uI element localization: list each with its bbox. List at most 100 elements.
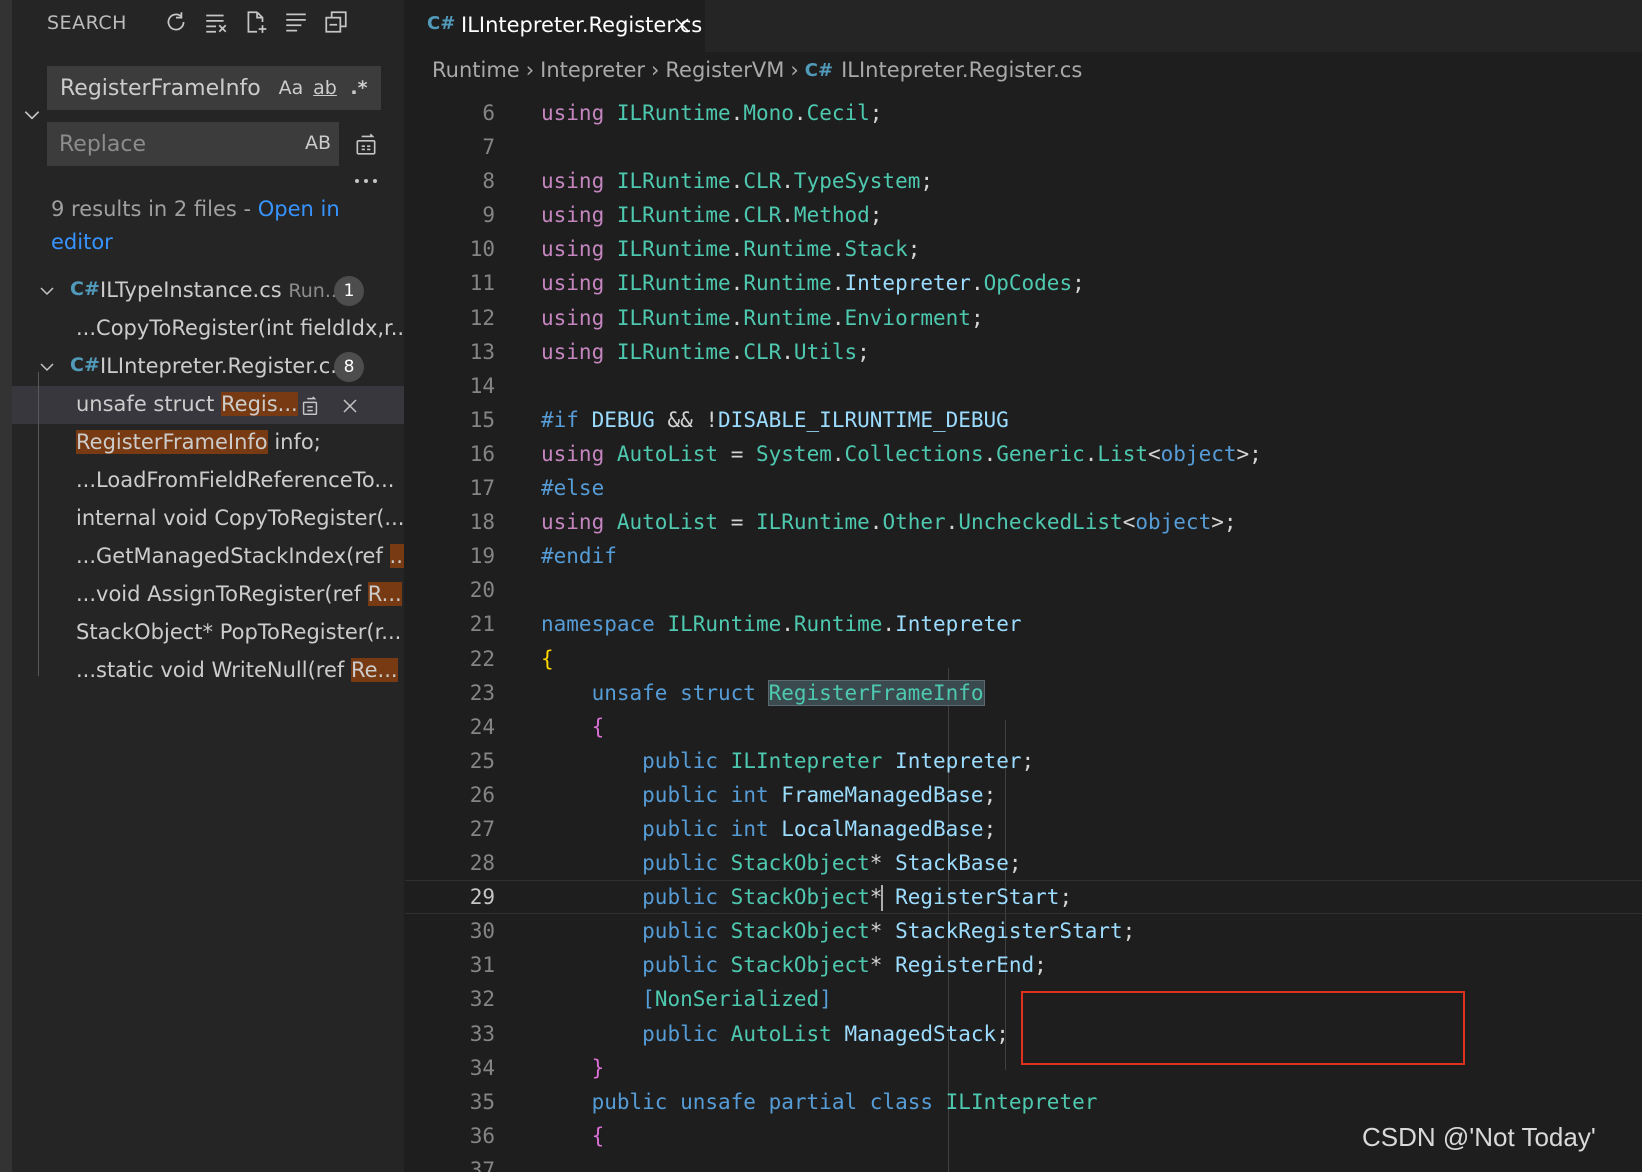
code-text: using ILRuntime.Runtime.Enviorment; [541, 305, 984, 330]
match-row[interactable]: ...CopyToRegister(int fieldIdx,r... [12, 310, 404, 348]
match-text-before: ...CopyToRegister(int fieldIdx,r... [76, 316, 404, 340]
code-line[interactable]: 21 namespace ILRuntime.Runtime.Intepreter [405, 607, 1642, 641]
line-number: 29 [469, 885, 495, 910]
search-input[interactable]: RegisterFrameInfo Aa ab .* [47, 66, 381, 110]
line-number: 19 [469, 544, 495, 569]
match-row[interactable]: ...GetManagedStackIndex(ref ... [12, 538, 404, 576]
watermark: CSDN @'Not Today' [1362, 1122, 1596, 1152]
code-line[interactable]: 7 [405, 130, 1642, 164]
code-line[interactable]: 10 using ILRuntime.Runtime.Stack; [405, 232, 1642, 266]
code-text: using ILRuntime.Runtime.Intepreter.OpCod… [541, 271, 1085, 296]
line-number: 20 [469, 578, 495, 603]
file-row[interactable]: C# ILTypeInstance.cs Run... 1 [12, 272, 404, 310]
code-line[interactable]: 31 public StackObject* RegisterEnd; [405, 948, 1642, 982]
chevron-right-icon: › [790, 58, 799, 82]
breadcrumb-item[interactable]: RegisterVM [665, 58, 784, 82]
match-row[interactable]: StackObject* PopToRegister(r... [12, 614, 404, 652]
replace-all-icon[interactable] [350, 128, 382, 160]
code-text: #if DEBUG && !DISABLE_ILRUNTIME_DEBUG [541, 407, 1009, 432]
code-line[interactable]: 20 [405, 573, 1642, 607]
csharp-file-icon: C# [804, 59, 834, 81]
csharp-file-icon: C# [70, 278, 100, 300]
code-text: public StackObject* RegisterEnd; [642, 953, 1047, 978]
code-line[interactable]: 27 public int LocalManagedBase; [405, 812, 1642, 846]
line-number: 13 [469, 339, 495, 364]
new-search-editor-icon[interactable] [240, 6, 272, 38]
code-text: public ILIntepreter Intepreter; [642, 748, 1035, 773]
code-line[interactable]: 8 using ILRuntime.CLR.TypeSystem; [405, 164, 1642, 198]
results-summary: 9 results in 2 files - Open in editor [51, 193, 381, 259]
code-line[interactable]: 14 [405, 369, 1642, 403]
match-row[interactable]: ...LoadFromFieldReferenceTo... [12, 462, 404, 500]
code-line[interactable]: 15 #if DEBUG && !DISABLE_ILRUNTIME_DEBUG [405, 403, 1642, 437]
chevron-down-icon[interactable] [34, 276, 60, 306]
chevron-right-icon: › [525, 58, 535, 82]
search-sidebar: SEARCH RegisterFrameInfo Aa ab .* Replac… [12, 0, 404, 1172]
match-text-before: ...static void WriteNull(ref [76, 658, 351, 682]
breadcrumb-item[interactable]: Runtime [432, 58, 520, 82]
breadcrumb-item[interactable]: Intepreter [540, 58, 645, 82]
code-line[interactable]: 12 using ILRuntime.Runtime.Enviorment; [405, 301, 1642, 335]
view-as-tree-icon[interactable] [280, 6, 312, 38]
match-count-badge: 8 [334, 352, 364, 382]
code-line[interactable]: 29 public StackObject* RegisterStart; [405, 880, 1642, 914]
match-text: RegisterFrameInfo info; [76, 430, 321, 454]
breadcrumb-item[interactable]: ILIntepreter.Register.cs [841, 58, 1082, 82]
code-text: using ILRuntime.Mono.Cecil; [541, 101, 883, 125]
tab-ilintepreter-register[interactable]: C# ILIntepreter.Register.cs [405, 0, 705, 52]
code-line[interactable]: 11 using ILRuntime.Runtime.Intepreter.OpC… [405, 266, 1642, 300]
match-actions [294, 390, 366, 422]
clear-results-icon[interactable] [200, 6, 232, 38]
replace-input-placeholder: Replace [59, 132, 147, 157]
csharp-file-icon: C# [70, 354, 100, 376]
code-line[interactable]: 16 using AutoList = System.Collections.Ge… [405, 437, 1642, 471]
code-line[interactable]: 24 { [405, 710, 1642, 744]
code-line[interactable]: 17 #else [405, 471, 1642, 505]
results-count-text: 9 results in 2 files - [51, 197, 258, 221]
match-whole-word-toggle[interactable]: ab [310, 73, 340, 103]
match-text: ...LoadFromFieldReferenceTo... [76, 468, 395, 492]
line-number: 11 [469, 271, 495, 296]
chevron-right-icon: › [651, 58, 660, 82]
line-number: 30 [469, 919, 495, 944]
match-row[interactable]: ...static void WriteNull(ref Re... [12, 652, 404, 690]
line-number: 33 [469, 1021, 495, 1046]
preserve-case-toggle[interactable]: AB [303, 128, 333, 158]
code-line[interactable]: 28 public StackObject* StackBase; [405, 846, 1642, 880]
dismiss-match-icon[interactable] [334, 390, 366, 422]
replace-match-icon[interactable] [294, 390, 326, 422]
match-row-selected[interactable]: unsafe struct Regis... [12, 386, 404, 424]
code-line[interactable]: 18 using AutoList = ILRuntime.Other.Unche… [405, 505, 1642, 539]
code-line[interactable]: 19 #endif [405, 539, 1642, 573]
code-line[interactable]: 6 using ILRuntime.Mono.Cecil; [405, 96, 1642, 130]
code-line[interactable]: 9 using ILRuntime.CLR.Method; [405, 198, 1642, 232]
match-row[interactable]: RegisterFrameInfo info; [12, 424, 404, 462]
code-text: using AutoList = ILRuntime.Other.Uncheck… [541, 510, 1237, 535]
code-text: { [541, 646, 554, 671]
collapse-all-icon[interactable] [320, 6, 352, 38]
code-line[interactable]: 30 public StackObject* StackRegisterStar… [405, 914, 1642, 948]
match-row[interactable]: ...void AssignToRegister(ref R... [12, 576, 404, 614]
match-row[interactable]: internal void CopyToRegister(... [12, 500, 404, 538]
match-case-toggle[interactable]: Aa [276, 73, 306, 103]
close-tab-icon[interactable] [667, 10, 697, 40]
code-line[interactable]: 26 public int FrameManagedBase; [405, 778, 1642, 812]
code-text: using ILRuntime.CLR.TypeSystem; [541, 169, 934, 194]
code-line[interactable]: 35 public unsafe partial class ILIntepre… [405, 1085, 1642, 1119]
line-number: 32 [469, 987, 495, 1012]
code-text: unsafe struct RegisterFrameInfo [591, 680, 984, 705]
code-line[interactable]: 25 public ILIntepreter Intepreter; [405, 744, 1642, 778]
results-tree: C# ILTypeInstance.cs Run... 1 ...CopyToR… [12, 272, 404, 690]
use-regex-toggle[interactable]: .* [344, 73, 374, 103]
line-number: 6 [482, 101, 495, 125]
code-line[interactable]: 37 [405, 1153, 1642, 1172]
code-text: using ILRuntime.CLR.Method; [541, 203, 883, 228]
toggle-replace-chevron-icon[interactable] [18, 98, 46, 132]
code-line[interactable]: 23 unsafe struct RegisterFrameInfo [405, 676, 1642, 710]
replace-input[interactable]: Replace AB [47, 122, 339, 166]
file-row[interactable]: C# ILIntepreter.Register.c... 8 [12, 348, 404, 386]
code-line[interactable]: 22 { [405, 642, 1642, 676]
line-number: 23 [469, 680, 495, 705]
code-line[interactable]: 13 using ILRuntime.CLR.Utils; [405, 335, 1642, 369]
refresh-icon[interactable] [160, 6, 192, 38]
